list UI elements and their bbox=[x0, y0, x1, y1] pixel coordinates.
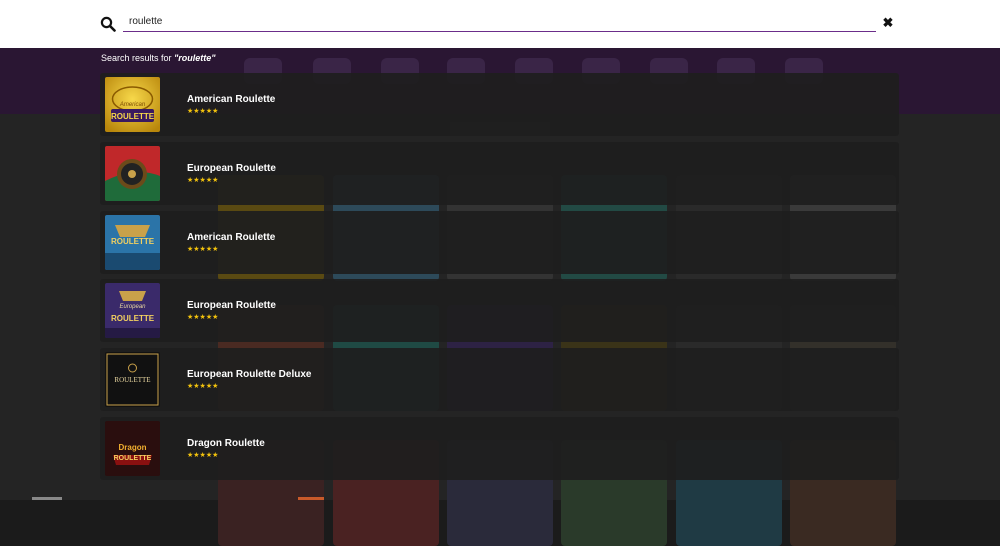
results-query: "roulette" bbox=[174, 53, 216, 63]
close-icon[interactable]: ✖ bbox=[881, 16, 895, 30]
search-result-item[interactable]: European ROULETTE European Roulette ★★★★… bbox=[100, 279, 899, 342]
game-thumbnail: European ROULETTE bbox=[105, 283, 160, 338]
game-thumbnail: Dragon ROULETTE bbox=[105, 421, 160, 476]
thumbnail-sub: American bbox=[119, 102, 146, 108]
search-bar: ✖ bbox=[0, 0, 1000, 48]
game-title: American Roulette bbox=[187, 232, 276, 243]
game-title: European Roulette bbox=[187, 300, 276, 311]
star-icon: ★★★★★ bbox=[187, 177, 219, 184]
star-icon: ★★★★★ bbox=[187, 246, 219, 253]
search-result-item[interactable]: ROULETTE American Roulette ★★★★★ bbox=[100, 211, 899, 274]
game-thumbnail: ROULETTE bbox=[105, 352, 160, 407]
search-result-item[interactable]: American ROULETTE American Roulette ★★★★… bbox=[100, 73, 899, 136]
star-icon: ★★★★★ bbox=[187, 452, 219, 459]
game-title: Dragon Roulette bbox=[187, 438, 265, 449]
thumbnail-title: ROULETTE bbox=[110, 237, 155, 246]
star-icon: ★★★★★ bbox=[187, 383, 219, 390]
thumbnail-title: ROULETTE bbox=[113, 455, 152, 462]
game-thumbnail bbox=[105, 146, 160, 201]
search-input[interactable] bbox=[123, 12, 876, 32]
game-title: European Roulette Deluxe bbox=[187, 369, 312, 380]
game-title: European Roulette bbox=[187, 163, 276, 174]
search-result-item[interactable]: Dragon ROULETTE Dragon Roulette ★★★★★ bbox=[100, 417, 899, 480]
search-results-label: Search results for "roulette" bbox=[101, 53, 216, 63]
results-prefix: Search results for bbox=[101, 53, 175, 63]
thumbnail-title: ROULETTE bbox=[110, 112, 155, 121]
thumbnail-title: ROULETTE bbox=[114, 376, 151, 384]
game-thumbnail: American ROULETTE bbox=[105, 77, 160, 132]
star-icon: ★★★★★ bbox=[187, 108, 219, 115]
search-icon bbox=[100, 16, 116, 32]
thumbnail-sub: Dragon bbox=[118, 443, 147, 452]
search-result-item[interactable]: ROULETTE European Roulette Deluxe ★★★★★ bbox=[100, 348, 899, 411]
search-result-item[interactable]: European Roulette ★★★★★ bbox=[100, 142, 899, 205]
game-thumbnail: ROULETTE bbox=[105, 215, 160, 270]
thumbnail-sub: European bbox=[119, 304, 146, 310]
thumbnail-title: ROULETTE bbox=[110, 314, 155, 323]
game-title: American Roulette bbox=[187, 94, 276, 105]
star-icon: ★★★★★ bbox=[187, 314, 219, 321]
